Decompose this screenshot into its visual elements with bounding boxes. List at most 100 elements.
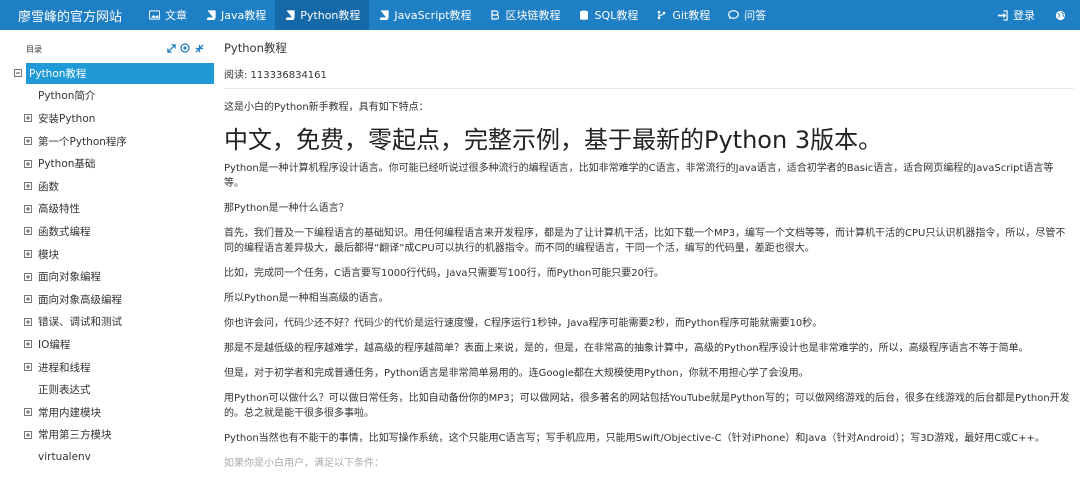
expand-toggle-icon[interactable] (24, 159, 32, 168)
article-paragraph: 比如，完成同一个任务，C语言要写1000行代码，Java只需要写100行，而Py… (224, 268, 665, 279)
nav-item-4[interactable]: 区块链教程 (481, 0, 570, 30)
toc-item[interactable]: 正则表达式 (0, 378, 214, 401)
nav-items: 文章 Java教程 Python教程 JavaScript教程 区块链教程 SQL教程 Gi… (140, 0, 775, 30)
article-paragraph: Python当然也有不能干的事情，比如写操作系统，这个只能用C语言写；写手机应用… (224, 433, 1045, 444)
toc-item-label: Python教程 (26, 62, 214, 84)
article-paragraph: Python是一种计算机程序设计语言。你可能已经听说过很多种流行的编程语言，比如… (224, 163, 1054, 189)
toc-item[interactable]: 错误、调试和测试 (0, 311, 214, 334)
toc-item[interactable]: 高级特性 (0, 198, 214, 221)
collapse-toggle-icon[interactable] (14, 69, 22, 78)
nav-right: 登录 (985, 0, 1080, 30)
article-paragraph: 用Python可以做什么？可以做日常任务，比如自动备份你的MP3；可以做网站，很… (224, 393, 1070, 419)
image-icon (149, 10, 161, 21)
nav-item-label: SQL教程 (594, 9, 639, 22)
toc-item[interactable]: Python基础 (0, 152, 214, 175)
expand-toggle-icon[interactable] (24, 137, 32, 146)
expand-toggle-icon[interactable] (24, 430, 32, 439)
article-paragraph: 那Python是一种什么语言？ (224, 203, 349, 214)
nav-item-2[interactable]: Python教程 (275, 0, 370, 30)
toc-item-label: virtualenv (38, 451, 91, 464)
expand-toggle-icon[interactable] (24, 114, 32, 123)
toc-item[interactable]: 安装Python (0, 107, 214, 130)
article-paragraph: 你也许会问，代码少还不好？代码少的代价是运行速度慢，C程序运行1秒钟，Java程… (224, 318, 823, 329)
expand-toggle-icon[interactable] (24, 227, 32, 236)
locate-icon[interactable] (180, 43, 190, 53)
toc-item[interactable]: Python教程 (0, 62, 214, 85)
nav-item-7[interactable]: 问答 (719, 0, 775, 30)
expand-toggle-icon[interactable] (24, 340, 32, 349)
toc-item-label: Python基础 (38, 158, 96, 171)
toc-item[interactable]: 模块 (0, 243, 214, 266)
article-paragraph: 那是不是越低级的程序越难学，越高级的程序越简单？表面上来说，是的，但是，在非常高… (224, 343, 1029, 354)
nav-item-5[interactable]: SQL教程 (570, 0, 648, 30)
toc-item-label: 第一个Python程序 (38, 135, 127, 148)
nav-item-6[interactable]: Git教程 (647, 0, 719, 30)
toc-item-label: IO编程 (38, 338, 71, 351)
article-headline: 中文，免费，零起点，完整示例，基于最新的Python 3版本。 (224, 126, 883, 154)
toc-item-label: 高级特性 (38, 203, 80, 216)
toc-item[interactable]: 面向对象编程 (0, 265, 214, 288)
read-count: 阅读: 113336834161 (224, 70, 327, 81)
toc-item-label: 面向对象编程 (38, 271, 101, 284)
toc-item-label: 正则表达式 (38, 384, 91, 397)
toc-item-label: 常用第三方模块 (38, 429, 112, 442)
login-icon (997, 9, 1008, 21)
sidebar: 目录 Python教程 Python简介 安装Python 第一个Python程序 Py… (0, 30, 214, 463)
expand-toggle-icon[interactable] (24, 408, 32, 417)
toc-item[interactable]: 面向对象高级编程 (0, 288, 214, 311)
toc-item-label: 进程和线程 (38, 361, 91, 374)
expand-toggle-icon[interactable] (24, 272, 32, 281)
nav-item-3[interactable]: JavaScript教程 (369, 0, 480, 30)
page-title: Python教程 (224, 41, 287, 55)
expand-toggle-icon[interactable] (24, 363, 32, 372)
login-button[interactable]: 登录 (985, 0, 1047, 30)
book-icon (205, 10, 216, 21)
toc-item-label: 函数式编程 (38, 225, 91, 238)
toc-item-label: 安装Python (38, 112, 96, 125)
expand-toggle-icon[interactable] (24, 250, 32, 259)
intro-text: 这是小白的Python新手教程，具有如下特点： (224, 102, 429, 113)
expand-toggle-icon[interactable] (24, 295, 32, 304)
git-icon (656, 10, 667, 21)
toc-item-label: 错误、调试和测试 (38, 316, 122, 329)
bitcoin-icon (490, 10, 501, 21)
site-brand[interactable]: 廖雪峰的官方网站 (0, 6, 140, 25)
toc-item[interactable]: 进程和线程 (0, 356, 214, 379)
toc-item-label: 函数 (38, 180, 59, 193)
article-paragraph: 首先，我们普及一下编程语言的基础知识。用任何编程语言来开发程序，都是为了让计算机… (224, 228, 1066, 254)
toc-header: 目录 (26, 45, 42, 54)
expand-toggle-icon[interactable] (24, 182, 32, 191)
article-paragraph: 所以Python是一种相当高级的语言。 (224, 293, 389, 304)
toc-item[interactable]: 常用第三方模块 (0, 424, 214, 447)
nav-item-label: Git教程 (672, 9, 711, 22)
toc-item[interactable]: virtualenv (0, 446, 214, 469)
expand-toggle-icon[interactable] (24, 317, 32, 326)
language-button[interactable] (1047, 0, 1080, 30)
article-paragraphs: Python是一种计算机程序设计语言。你可能已经听说过很多种流行的编程语言，比如… (224, 161, 1072, 471)
toc-item-label: Python简介 (38, 90, 96, 103)
article-body: 这是小白的Python新手教程，具有如下特点： 中文，免费，零起点，完整示例，基… (224, 100, 1072, 481)
toc-item[interactable]: 第一个Python程序 (0, 130, 214, 153)
nav-item-label: JavaScript教程 (394, 9, 472, 22)
expand-toggle-icon[interactable] (24, 204, 32, 213)
toc-item-label: 模块 (38, 248, 59, 261)
book-icon (378, 10, 389, 21)
database-icon (579, 10, 590, 21)
toc-item[interactable]: 函数式编程 (0, 220, 214, 243)
book-icon (284, 10, 295, 21)
toc-item[interactable]: 函数 (0, 175, 214, 198)
toc-item[interactable]: Python简介 (0, 85, 214, 108)
toc-item-label: 常用内建模块 (38, 406, 101, 419)
nav-item-1[interactable]: Java教程 (196, 0, 275, 30)
nav-item-label: 文章 (165, 9, 188, 22)
nav-item-0[interactable]: 文章 (140, 0, 196, 30)
divider (224, 88, 1074, 89)
top-navbar: 廖雪峰的官方网站 文章 Java教程 Python教程 JavaScript教程 区块链… (0, 0, 1080, 30)
chat-icon (728, 10, 740, 21)
collapse-icon[interactable] (194, 43, 204, 53)
article-paragraph: 但是，对于初学者和完成普通任务，Python语言是非常简单易用的。连Google… (224, 368, 809, 379)
toc-item-label: 面向对象高级编程 (38, 293, 122, 306)
toc-item[interactable]: IO编程 (0, 333, 214, 356)
expand-icon[interactable] (166, 43, 176, 53)
toc-item[interactable]: 常用内建模块 (0, 401, 214, 424)
